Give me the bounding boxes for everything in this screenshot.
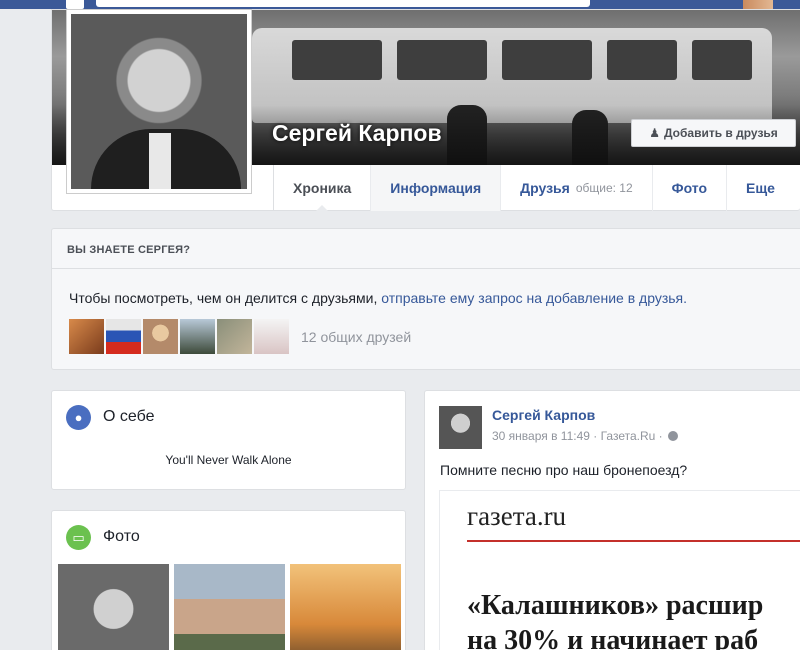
post-text: Помните песню про наш бронепоезд? (440, 462, 688, 478)
timeline-post: Сергей Карпов 30 января в 11:49 · Газета… (424, 390, 800, 650)
tab-timeline[interactable]: Хроника (273, 165, 370, 212)
mutual-friend-avatar[interactable] (143, 319, 178, 354)
do-you-know-title: ВЫ ЗНАЕТЕ СЕРГЕЯ? (67, 244, 191, 256)
media-source-logo: газета.ru (467, 501, 567, 531)
bus-window (607, 40, 677, 80)
tab-more-label: Еще (746, 180, 775, 196)
post-author-avatar[interactable] (439, 406, 482, 449)
privacy-globe-icon (668, 431, 678, 441)
tab-photos[interactable]: Фото (651, 165, 726, 211)
add-friend-label: Добавить в друзья (663, 126, 778, 140)
do-you-know-body: Чтобы посмотреть, чем он делится с друзь… (69, 290, 382, 306)
photos-title[interactable]: Фото (103, 528, 140, 546)
photo-icon: ▭ (66, 525, 91, 550)
post-author-name[interactable]: Сергей Карпов (492, 407, 595, 423)
tab-friends[interactable]: Друзья общие: 12 (500, 165, 652, 211)
media-headline-line: на 30% и начинает раб (467, 625, 759, 650)
post-meta: 30 января в 11:49 · Газета.Ru · (492, 429, 678, 443)
mutual-friend-avatar[interactable] (180, 319, 215, 354)
mutual-friend-avatar[interactable] (254, 319, 289, 354)
top-navigation-bar (0, 0, 800, 9)
send-friend-request-link[interactable]: отправьте ему запрос на добавление в дру… (381, 290, 687, 306)
photo-thumbnail[interactable] (174, 564, 285, 650)
divider (52, 268, 800, 269)
mutual-friends-count[interactable]: 12 общих друзей (301, 329, 411, 345)
bus-window (502, 40, 592, 80)
tab-timeline-label: Хроника (293, 180, 352, 196)
add-person-icon: ♟ (649, 126, 660, 140)
facebook-logo-icon[interactable] (66, 0, 84, 9)
photos-card: ▭ Фото (51, 510, 406, 650)
media-headline-line: «Калашников» расшир (467, 590, 764, 621)
tab-more[interactable]: Еще (726, 165, 794, 211)
profile-picture-shirt (149, 133, 171, 189)
search-input[interactable] (96, 0, 590, 7)
mutual-friends-row: 12 общих друзей (69, 319, 411, 354)
media-divider (467, 540, 800, 542)
tab-friends-mutual-count: общие: 12 (575, 181, 633, 195)
photo-thumbnail[interactable] (290, 564, 401, 650)
media-headline: «Калашников» расшир на 30% и начинает ра… (467, 588, 800, 650)
bus-window (692, 40, 752, 80)
profile-name[interactable]: Сергей Карпов (272, 120, 442, 147)
profile-picture[interactable] (66, 9, 252, 194)
profile-picture-image (71, 14, 247, 189)
user-avatar[interactable] (743, 0, 773, 9)
globe-icon: ● (66, 405, 91, 430)
do-you-know-panel: ВЫ ЗНАЕТЕ СЕРГЕЯ? Чтобы посмотреть, чем … (51, 228, 800, 370)
mutual-friend-avatar[interactable] (106, 319, 141, 354)
bus-window (397, 40, 487, 80)
post-link-preview[interactable]: газета.ru «Калашников» расшир на 30% и н… (439, 490, 800, 650)
about-title: О себе (103, 408, 155, 425)
about-intro-text: You'll Never Walk Alone (165, 453, 292, 467)
mutual-friend-avatar[interactable] (69, 319, 104, 354)
tab-about-label: Информация (390, 180, 482, 196)
add-friend-button[interactable]: ♟ Добавить в друзья (631, 119, 796, 147)
bus-window (292, 40, 382, 80)
about-card: ● О себе You'll Never Walk Alone (51, 390, 406, 490)
profile-tabs: Хроника Информация Друзья общие: 12 Фото … (273, 165, 794, 212)
tab-about[interactable]: Информация (370, 165, 501, 211)
mutual-friend-avatar[interactable] (217, 319, 252, 354)
tab-photos-label: Фото (671, 180, 708, 196)
do-you-know-text: Чтобы посмотреть, чем он делится с друзь… (69, 290, 687, 306)
tab-friends-label: Друзья (520, 180, 570, 196)
post-timestamp-source[interactable]: 30 января в 11:49 · Газета.Ru · (492, 429, 663, 443)
photo-thumbnail[interactable] (58, 564, 169, 650)
